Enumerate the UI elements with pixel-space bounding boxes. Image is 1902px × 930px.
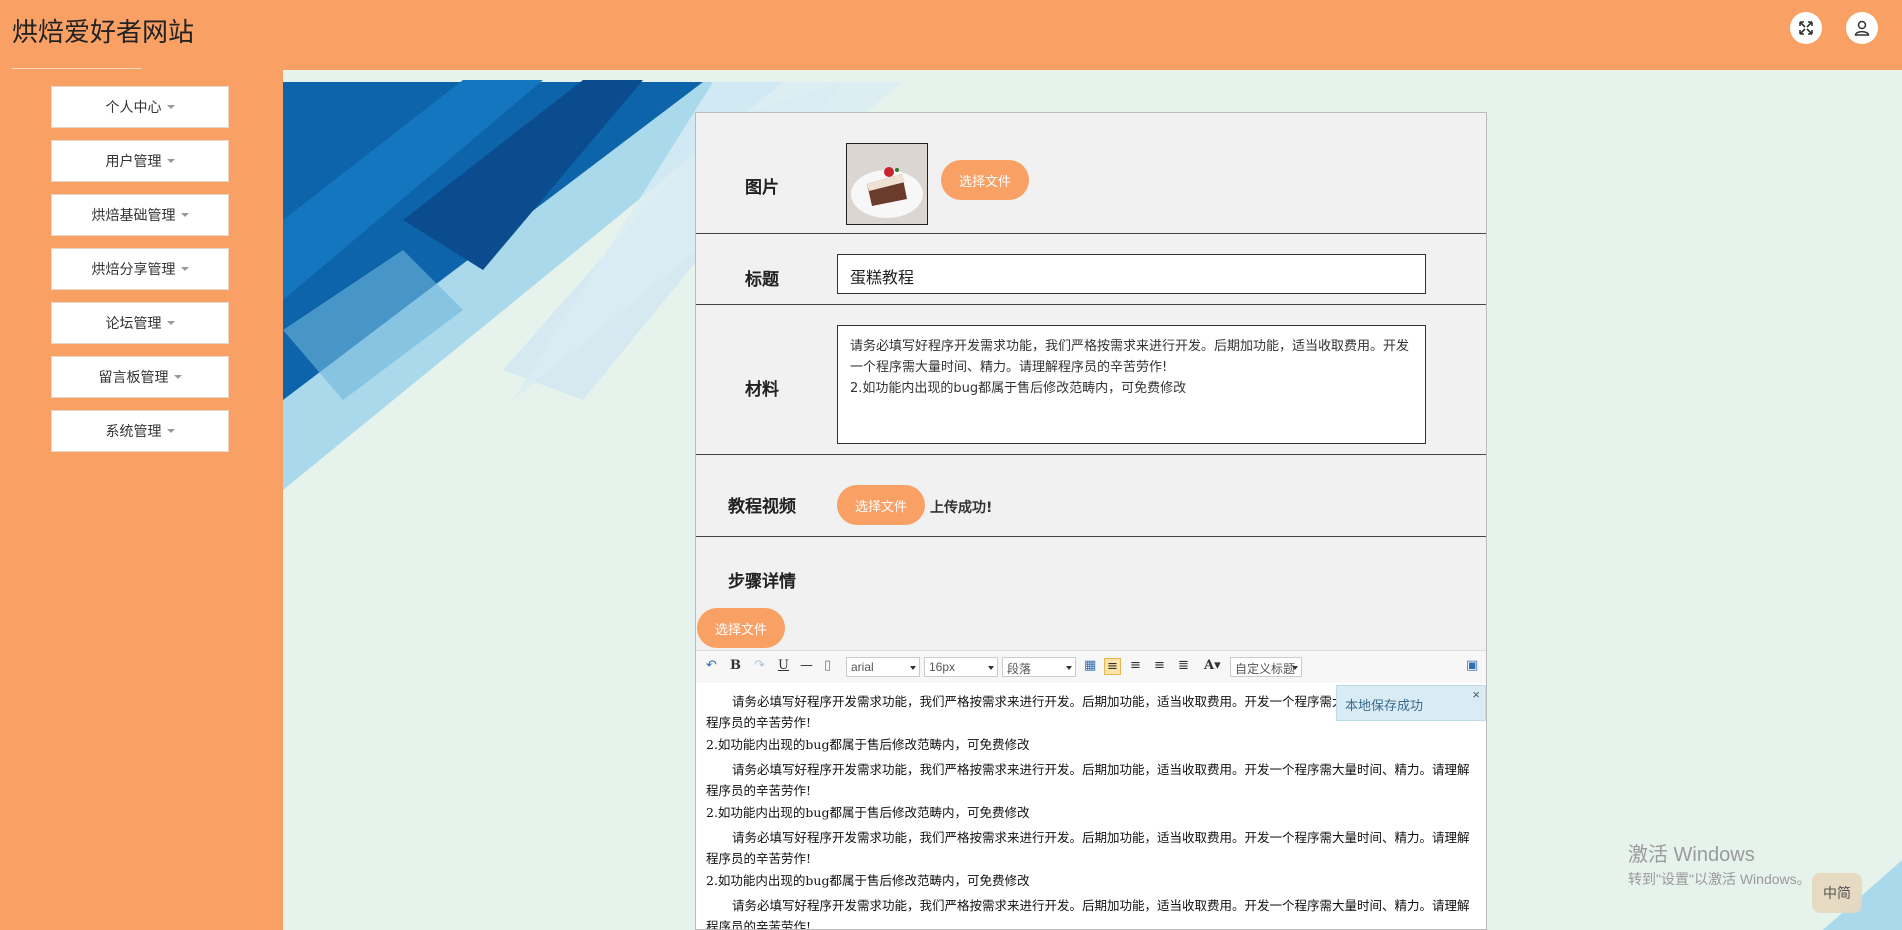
video-label: 教程视频 [728,497,796,517]
row-divider [696,536,1486,537]
sidebar-item-label: 用户管理 [105,154,162,170]
watermark-line1: 激活 Windows [1628,844,1755,866]
undo-icon[interactable]: ↶ [706,658,717,673]
fullscreen-button[interactable] [1790,12,1822,44]
row-divider [696,454,1486,455]
watermark-line2: 转到"设置"以激活 Windows。 [1628,871,1811,887]
editor-toolbar: ↶ B ↷ U — ▯ arial 16px 段落 ▦ ≡ ≡ ≡ ≣ A▾ 自… [696,650,1486,684]
sidebar-item-user-management[interactable]: 用户管理 [51,140,229,182]
paragraph-select[interactable]: 段落 [1002,657,1076,677]
steps-label: 步骤详情 [728,572,796,592]
video-choose-file-button[interactable]: 选择文件 [837,485,925,525]
fullscreen-icon [1799,21,1813,35]
materials-textarea[interactable]: 请务必填写好程序开发需求功能，我们严格按需求来进行开发。后期加功能，适当收取费用… [837,325,1426,444]
steps-choose-file-button[interactable]: 选择文件 [697,608,785,648]
sidebar-item-label: 烘焙基础管理 [91,208,176,224]
font-color-icon[interactable]: A▾ [1204,658,1221,673]
editor-paragraph: 请务必填写好程序开发需求功能，我们严格按需求来进行开发。后期加功能，适当收取费用… [706,898,1470,930]
caret-down-icon [180,267,189,271]
row-divider [696,233,1486,234]
sidebar-item-label: 论坛管理 [105,316,162,332]
ime-badge[interactable]: 中简 [1812,873,1862,913]
save-toast: 本地保存成功 × [1336,685,1486,721]
editor-paragraph: 2.如功能内出现的bug都属于售后修改范畴内，可免费修改 [706,805,1030,820]
caret-down-icon [166,159,175,163]
title-input[interactable]: 蛋糕教程 [837,254,1426,294]
table-icon[interactable]: ▦ [1084,658,1096,673]
sidebar-item-personal-center[interactable]: 个人中心 [51,86,229,128]
editor-paragraph: 请务必填写好程序开发需求功能，我们严格按需求来进行开发。后期加功能，适当收取费用… [706,762,1470,798]
toast-message: 本地保存成功 [1345,698,1424,713]
image-label: 图片 [745,178,779,198]
underline-icon[interactable]: U [778,658,789,673]
redo-icon[interactable]: ↷ [754,658,765,673]
bold-icon[interactable]: B [730,658,741,673]
sidebar-item-system[interactable]: 系统管理 [51,410,229,452]
close-icon[interactable]: × [1472,687,1480,702]
sidebar-item-label: 留言板管理 [98,370,169,386]
video-upload-status: 上传成功! [930,500,993,516]
caret-down-icon [166,321,175,325]
sidebar-item-message-board[interactable]: 留言板管理 [51,356,229,398]
sidebar-item-forum[interactable]: 论坛管理 [51,302,229,344]
top-header: 烘焙爱好者网站 [0,0,1902,70]
user-icon [1854,20,1870,36]
sidebar: 个人中心 用户管理 烘焙基础管理 烘焙分享管理 论坛管理 留言板管理 系统管理 [0,70,283,930]
editor-paragraph: 2.如功能内出现的bug都属于售后修改范畴内，可免费修改 [706,873,1030,888]
sidebar-item-label: 系统管理 [105,424,162,440]
row-divider [696,304,1486,305]
caret-down-icon [180,213,189,217]
preview-icon[interactable]: ▣ [1466,658,1478,673]
caret-down-icon [166,105,175,109]
caret-down-icon [166,429,175,433]
windows-activation-watermark: 激活 Windows 转到"设置"以激活 Windows。 [1628,838,1811,889]
font-size-select[interactable]: 16px [924,657,998,677]
title-divider [12,68,142,69]
image-choose-file-button[interactable]: 选择文件 [941,160,1029,200]
cake-thumbnail[interactable] [846,143,928,225]
sidebar-item-baking-share[interactable]: 烘焙分享管理 [51,248,229,290]
horizontal-rule-icon[interactable]: — [800,658,813,673]
materials-label: 材料 [745,380,779,400]
editor-paragraph: 2.如功能内出现的bug都属于售后修改范畴内，可免费修改 [706,737,1030,752]
edit-form: 图片 选择文件 标题 蛋糕教程 材料 请务必填写好程序开发需求功能，我们严格按需… [695,112,1487,930]
align-right-icon[interactable]: ≡ [1130,658,1141,673]
align-center-icon[interactable]: ≡ [1154,658,1165,673]
user-menu-button[interactable] [1846,12,1878,44]
editor-paragraph: 请务必填写好程序开发需求功能，我们严格按需求来进行开发。后期加功能，适当收取费用… [706,830,1470,866]
align-justify-icon[interactable]: ≣ [1178,658,1189,673]
app-title: 烘焙爱好者网站 [12,18,195,48]
rich-text-editor[interactable]: 请务必填写好程序开发需求功能，我们严格按需求来进行开发。后期加功能，适当收取费用… [696,683,1486,930]
page-icon[interactable]: ▯ [824,658,831,673]
sidebar-item-label: 个人中心 [105,100,162,116]
custom-title-select[interactable]: 自定义标题 [1230,657,1302,677]
align-left-icon[interactable]: ≡ [1104,658,1121,675]
sidebar-item-label: 烘焙分享管理 [91,262,176,278]
caret-down-icon [173,375,182,379]
sidebar-item-baking-basics[interactable]: 烘焙基础管理 [51,194,229,236]
title-label: 标题 [745,270,779,290]
font-family-select[interactable]: arial [846,657,920,677]
cake-image [847,144,927,224]
